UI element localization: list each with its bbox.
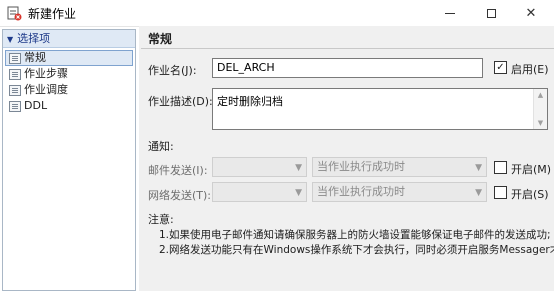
sidebar-header[interactable]: ▼ 选择项 — [3, 30, 135, 48]
note-title: 注意: — [148, 213, 174, 226]
net-recipient-select[interactable]: ▼ — [212, 182, 307, 202]
maximize-button[interactable] — [472, 0, 510, 26]
mail-send-label: 邮件发送(I): — [148, 164, 208, 177]
notify-label: 通知: — [148, 140, 174, 153]
mail-condition-select[interactable]: 当作业执行成功时 ▼ — [312, 157, 487, 177]
page-icon — [9, 68, 21, 80]
scroll-down-icon[interactable]: ▼ — [534, 117, 547, 129]
section-divider — [141, 48, 554, 49]
enable-checkbox[interactable]: ✓ — [494, 61, 507, 74]
scroll-up-icon[interactable]: ▲ — [534, 89, 547, 101]
page-icon — [9, 100, 21, 112]
mail-recipient-select[interactable]: ▼ — [212, 157, 307, 177]
chevron-down-icon: ▼ — [475, 188, 482, 198]
net-enable-label: 开启(S) — [511, 188, 549, 201]
general-panel: 常规 作业名(J): DEL_ARCH ✓ 启用(E) 作业描述(D): 定时删… — [139, 26, 554, 291]
page-icon — [9, 52, 21, 64]
sidebar-item-label: 作业调度 — [24, 83, 68, 96]
job-description-text: 定时删除归档 — [217, 95, 283, 108]
net-send-label: 网络发送(T): — [148, 189, 212, 202]
mail-condition-value: 当作业执行成功时 — [317, 160, 405, 173]
mail-enable-checkbox[interactable] — [494, 161, 507, 174]
close-icon: ✕ — [525, 5, 537, 21]
page-icon — [9, 84, 21, 96]
net-condition-select[interactable]: 当作业执行成功时 ▼ — [312, 182, 487, 202]
sidebar-item-label: 作业步骤 — [24, 67, 68, 80]
net-condition-value: 当作业执行成功时 — [317, 185, 405, 198]
title-bar: 新建作业 ✕ — [0, 0, 554, 27]
enable-label: 启用(E) — [511, 63, 549, 76]
sidebar-item-label: DDL — [24, 99, 48, 112]
chevron-down-icon: ▼ — [295, 188, 302, 198]
sidebar-item-job-steps[interactable]: 作业步骤 — [3, 66, 135, 82]
note-line-2-clip: 2.网络发送功能只有在Windows操作系统下才会执行，同时必须开启服务Mess… — [159, 242, 554, 258]
note-line-1: 1.如果使用电子邮件通知请确保服务器上的防火墙设置能够保证电子邮件的发送成功; — [159, 229, 551, 241]
job-name-label: 作业名(J): — [148, 64, 197, 77]
note-line-2: 2.网络发送功能只有在Windows操作系统下才会执行，同时必须开启服务Mess… — [159, 244, 554, 256]
chevron-down-icon: ▼ — [475, 163, 482, 173]
minimize-icon — [445, 12, 455, 14]
sidebar-item-job-schedule[interactable]: 作业调度 — [3, 82, 135, 98]
options-sidebar: ▼ 选择项 常规 作业步骤 作业调度 DDL — [2, 29, 136, 291]
sidebar-header-label: 选择项 — [17, 32, 51, 45]
section-title: 常规 — [148, 32, 173, 46]
close-button[interactable]: ✕ — [512, 0, 550, 26]
maximize-icon — [486, 8, 496, 18]
job-description-textarea[interactable]: 定时删除归档 ▲ ▼ — [212, 88, 548, 130]
sidebar-item-general[interactable]: 常规 — [5, 50, 133, 66]
sidebar-item-label: 常规 — [24, 51, 46, 64]
minimize-button[interactable] — [431, 0, 469, 26]
job-description-label: 作业描述(D): — [148, 95, 213, 108]
job-name-input[interactable]: DEL_ARCH — [212, 58, 483, 78]
collapse-arrow-icon[interactable]: ▼ — [7, 31, 13, 48]
sidebar-item-ddl[interactable]: DDL — [3, 98, 135, 114]
mail-enable-label: 开启(M) — [511, 163, 552, 176]
net-enable-checkbox[interactable] — [494, 186, 507, 199]
chevron-down-icon: ▼ — [295, 163, 302, 173]
window-title: 新建作业 — [28, 7, 77, 21]
description-scrollbar[interactable]: ▲ ▼ — [533, 89, 547, 129]
app-icon — [7, 6, 22, 21]
